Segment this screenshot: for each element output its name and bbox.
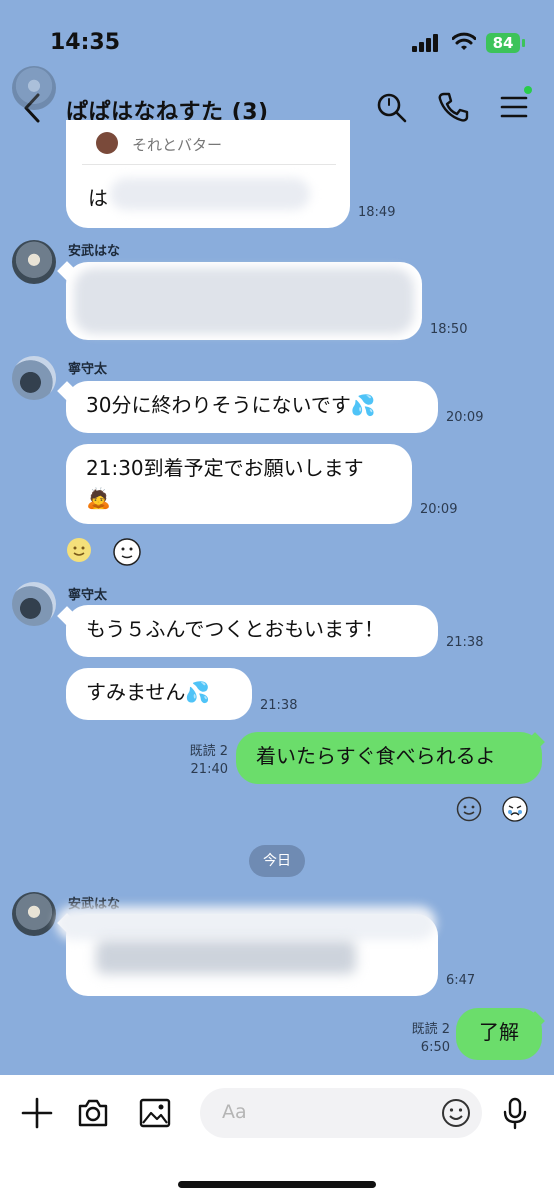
timestamp: 18:49 <box>358 205 396 220</box>
plus-icon[interactable] <box>20 1096 54 1130</box>
sender-name: 寧守太 <box>68 362 108 377</box>
avatar <box>12 66 56 110</box>
my-message-bubble[interactable]: 了解 <box>456 1008 542 1060</box>
crying-reaction-icon[interactable] <box>502 796 528 822</box>
blurred-message <box>56 906 436 940</box>
reply-avatar <box>96 132 118 154</box>
read-receipt: 既読 2 6:50 <box>394 1021 450 1057</box>
message-input-placeholder: Aa <box>222 1101 247 1123</box>
blurred-message <box>74 268 414 334</box>
smiley-reaction-icon[interactable] <box>66 537 92 563</box>
reply-message-bubble[interactable]: それとバター は <box>66 120 350 228</box>
message-bubble[interactable]: もう５ふんでつくとおもいます！ <box>66 605 438 657</box>
status-time: 14:35 <box>50 30 121 55</box>
wifi-icon <box>452 32 476 50</box>
timestamp: 6:47 <box>446 973 476 988</box>
timestamp: 18:50 <box>430 322 468 337</box>
mic-icon[interactable] <box>498 1096 532 1130</box>
my-message-bubble[interactable]: 着いたらすぐ食べられるよ <box>236 732 542 784</box>
avatar-yasutake-hana[interactable] <box>12 240 56 284</box>
home-indicator <box>178 1181 376 1188</box>
read-count: 既読 2 <box>189 744 228 759</box>
battery-cap <box>522 39 525 47</box>
timestamp: 6:50 <box>420 1040 450 1055</box>
timestamp: 20:09 <box>420 502 458 517</box>
read-receipt: 既読 2 21:40 <box>170 743 228 779</box>
reply-partial-text: は <box>88 186 108 210</box>
avatar-neishuta[interactable] <box>12 356 56 400</box>
message-input[interactable]: Aa <box>200 1088 482 1138</box>
timestamp: 21:38 <box>446 635 484 650</box>
read-count: 既読 2 <box>411 1022 450 1037</box>
sender-name: 安武はな <box>68 244 121 259</box>
signal-icon <box>412 34 440 52</box>
timestamp: 21:40 <box>190 762 228 777</box>
avatar-neishuta[interactable] <box>12 582 56 626</box>
camera-icon[interactable] <box>76 1096 110 1130</box>
emoji-icon[interactable] <box>440 1097 472 1129</box>
message-bubble[interactable]: すみません💦 <box>66 668 252 720</box>
message-bubble[interactable]: 30分に終わりそうにないです💦 <box>66 381 438 433</box>
thumbs-up-reaction-icon[interactable] <box>112 537 142 567</box>
timestamp: 20:09 <box>446 410 484 425</box>
date-separator: 今日 <box>249 845 305 877</box>
avatar-yasutake-hana[interactable] <box>12 892 56 936</box>
notification-dot <box>524 86 532 94</box>
reply-quote-text: それとバター <box>132 136 223 154</box>
message-text: 21:30到着予定でお願いします <box>86 456 364 480</box>
menu-icon[interactable] <box>498 90 532 124</box>
image-icon[interactable] <box>138 1096 172 1130</box>
bowing-emoji: 🙇 <box>86 486 111 510</box>
sender-name: 寧守太 <box>68 588 108 603</box>
timestamp: 21:38 <box>260 698 298 713</box>
blurred-text <box>110 178 310 210</box>
reply-quote: それとバター <box>82 120 336 165</box>
phone-icon[interactable] <box>436 90 470 124</box>
input-bar: Aa <box>0 1075 554 1200</box>
status-bar: 14:35 84 <box>0 0 554 84</box>
message-bubble[interactable]: 21:30到着予定でお願いします 🙇 <box>66 444 412 524</box>
add-reaction-icon[interactable] <box>456 796 482 822</box>
blurred-message <box>96 940 356 974</box>
search-icon[interactable] <box>374 90 408 124</box>
battery-indicator: 84 <box>486 33 520 53</box>
